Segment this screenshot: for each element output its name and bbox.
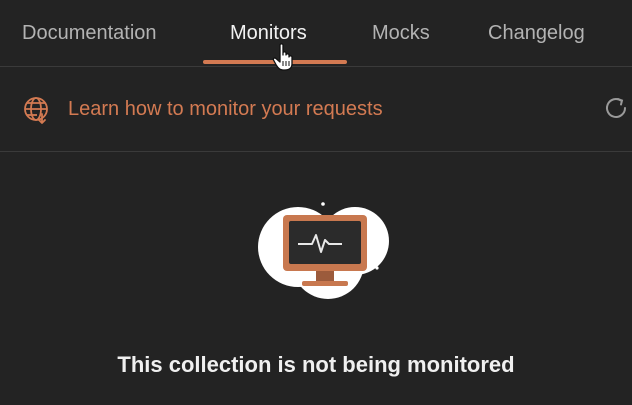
monitors-panel: Documentation Monitors Mocks Changelog L…	[0, 0, 632, 405]
learn-monitor-link[interactable]: Learn how to monitor your requests	[68, 98, 383, 121]
learn-row: Learn how to monitor your requests	[0, 67, 632, 152]
tab-bar: Documentation Monitors Mocks Changelog	[0, 0, 632, 71]
globe-icon	[24, 97, 48, 124]
empty-state-title: This collection is not being monitored	[117, 352, 515, 377]
refresh-icon[interactable]	[604, 95, 630, 121]
tab-mocks[interactable]: Mocks	[372, 22, 430, 45]
monitor-illustration	[258, 202, 389, 299]
tab-changelog[interactable]: Changelog	[488, 22, 585, 45]
tab-documentation[interactable]: Documentation	[22, 22, 157, 45]
